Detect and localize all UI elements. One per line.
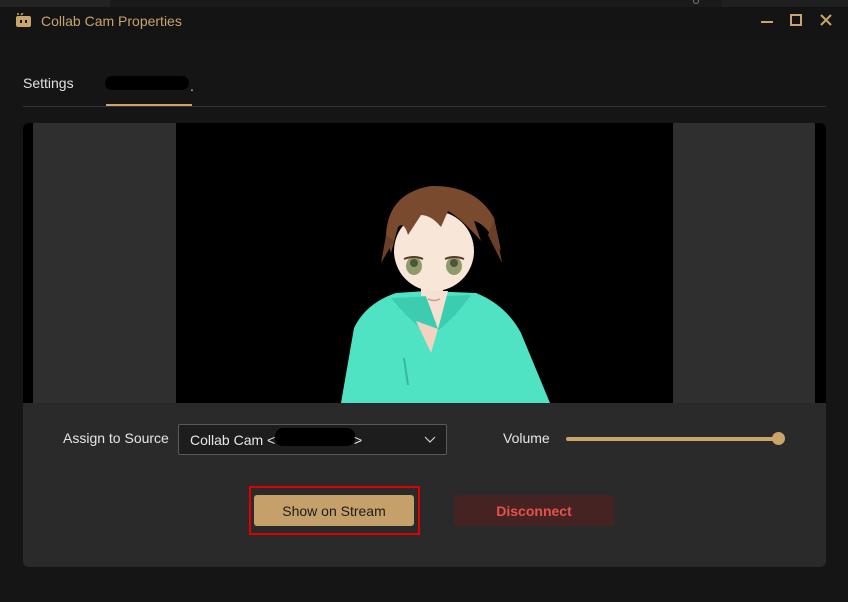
redaction [105,76,189,90]
preview-edge [815,123,826,403]
tab-settings[interactable]: Settings [23,75,74,91]
minimize-icon[interactable] [758,11,776,29]
close-icon[interactable] [817,11,835,29]
top-edge [722,0,848,7]
tab-user-label: . [190,78,194,94]
preview-margin [33,123,176,403]
properties-window: Collab Cam Properties Settings . Assign … [0,0,848,602]
top-edge [110,0,722,7]
tab-bar: Settings . [23,62,826,107]
source-select-suffix: > [354,432,363,448]
assign-source-label: Assign to Source [63,430,169,446]
volume-slider-thumb[interactable] [772,432,785,445]
settings-panel: Assign to Source Collab Cam < > Volume S… [23,123,826,567]
avatar-preview [176,123,673,403]
top-edge [0,0,110,7]
volume-label: Volume [503,430,550,446]
collab-cam-icon [16,13,31,27]
preview-edge [23,123,33,403]
redaction [275,428,355,446]
source-select[interactable]: Collab Cam < > [178,424,447,455]
window-title: Collab Cam Properties [41,13,182,29]
preview-margin [673,123,815,403]
disconnect-button[interactable]: Disconnect [454,495,614,526]
avatar-image [341,185,550,403]
volume-slider[interactable] [566,437,780,441]
title-bar: Collab Cam Properties [0,0,848,40]
chevron-down-icon [424,436,436,443]
show-on-stream-button[interactable]: Show on Stream [254,495,414,526]
maximize-icon[interactable] [787,11,805,29]
source-select-value: Collab Cam < [190,432,276,448]
active-tab-indicator [106,104,192,106]
